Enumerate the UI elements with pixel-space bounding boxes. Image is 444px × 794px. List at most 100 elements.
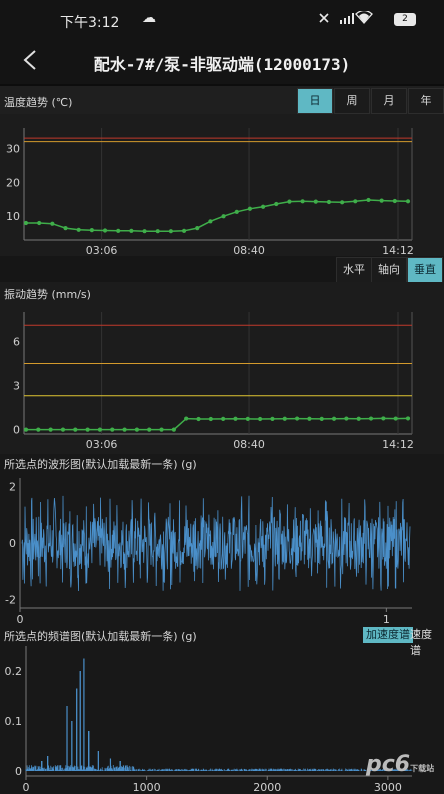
temp-data-point	[155, 229, 160, 234]
axis-horizontal[interactable]: 水平	[336, 257, 372, 283]
vib-data-point	[270, 416, 275, 421]
signal-wifi-icons	[318, 9, 388, 28]
wave-y-tick-label: -2	[5, 594, 16, 607]
status-bar: 下午3:12 ☁ 2	[0, 0, 444, 40]
vib-data-point	[258, 416, 263, 422]
wave-series-line	[21, 495, 411, 592]
spec-y-tick-label: 0	[15, 765, 22, 778]
vib-data-point	[97, 427, 103, 432]
temp-data-point	[102, 228, 108, 233]
temp-data-point	[168, 229, 173, 234]
temp-data-point	[50, 221, 55, 226]
vib-x-tick-label: 14:12	[382, 438, 414, 451]
temp-data-point	[287, 199, 292, 204]
temp-series-line	[26, 199, 409, 232]
vib-data-point	[60, 427, 66, 432]
spec-x-tick-label: 1000	[133, 781, 161, 794]
temperature-chart-area: 10 20 30 03:06 08:40 14:12	[0, 114, 444, 256]
vib-data-point	[307, 416, 312, 421]
temp-data-point	[247, 206, 253, 211]
vib-data-point	[208, 416, 213, 422]
vibration-chart: 0 3 6 03:06 08:40 14:12	[13, 312, 414, 451]
temp-data-point	[63, 226, 68, 231]
vib-data-point	[110, 427, 115, 432]
vib-y-tick-label: 6	[13, 335, 20, 348]
spec-y-tick-label: 0.2	[5, 665, 23, 678]
vib-data-point	[73, 427, 78, 432]
vib-data-point	[147, 427, 152, 432]
temp-data-point	[208, 219, 213, 224]
vib-data-point	[294, 416, 300, 421]
vib-data-point	[331, 416, 337, 421]
tab-week[interactable]: 周	[334, 88, 370, 114]
temp-data-point	[234, 209, 239, 214]
spec-x-tick-label: 2000	[253, 781, 281, 794]
temp-data-point	[300, 199, 305, 204]
vib-data-point	[48, 427, 53, 432]
temp-data-point	[261, 204, 266, 209]
vib-data-point	[393, 416, 398, 421]
temperature-title: 温度趋势 (℃)	[4, 96, 73, 109]
wave-y-tick-label: 2	[9, 480, 16, 493]
temp-data-point	[76, 227, 81, 232]
temp-data-point	[195, 226, 200, 231]
wave-y-tick-label: 0	[9, 537, 16, 550]
tab-month[interactable]: 月	[371, 88, 407, 114]
vib-data-point	[23, 427, 29, 432]
temp-data-point	[326, 199, 332, 205]
vib-data-point	[134, 427, 140, 432]
temp-data-point	[221, 214, 226, 219]
spec-x-tick-label: 3000	[374, 781, 402, 794]
waveform-chart-area: 所选点的波形图(默认加载最新一条) (g) -2 0 2 0 1	[0, 454, 444, 624]
vib-data-point	[381, 416, 386, 421]
wave-x-tick-label: 0	[17, 613, 24, 624]
vib-data-point	[405, 416, 411, 421]
vib-data-point	[344, 416, 349, 421]
vib-data-point	[184, 416, 189, 421]
spec-x-tick-label: 0	[23, 781, 30, 794]
tab-year[interactable]: 年	[408, 88, 444, 114]
temp-data-point	[129, 228, 134, 233]
temp-data-point	[181, 228, 187, 233]
temp-data-point	[274, 201, 279, 207]
temp-data-point	[392, 198, 397, 204]
vib-data-point	[233, 416, 238, 421]
temperature-chart: 10 20 30 03:06 08:40 14:12	[6, 128, 414, 256]
vib-data-point	[368, 416, 374, 421]
temp-data-point	[353, 199, 358, 204]
temp-data-point	[340, 200, 345, 205]
vib-series-line	[26, 417, 409, 431]
temp-data-point	[366, 197, 371, 203]
vib-data-point	[171, 427, 176, 432]
temp-data-point	[23, 220, 29, 226]
temp-x-tick-label: 08:40	[233, 244, 265, 256]
vib-y-tick-label: 0	[13, 424, 20, 437]
app-header: 配水-7#/泵-非驱动端(12000173)	[0, 40, 444, 84]
watermark-logo: pc6下载站	[366, 752, 435, 777]
vibration-axis-bar: 水平 轴向 垂直	[0, 256, 444, 283]
vib-data-point	[159, 427, 164, 432]
temp-y-tick-label: 10	[6, 210, 20, 223]
vib-data-point	[319, 416, 324, 421]
vib-x-tick-label: 03:06	[86, 438, 118, 451]
spec-y-tick-label: 0.1	[5, 715, 23, 728]
axis-axial[interactable]: 轴向	[371, 257, 407, 283]
tab-day[interactable]: 日	[297, 88, 333, 114]
vib-data-point	[122, 427, 127, 432]
temp-data-point	[116, 228, 121, 233]
axis-vertical[interactable]: 垂直	[407, 257, 443, 283]
back-button[interactable]	[22, 48, 38, 78]
chevron-left-icon	[23, 50, 36, 70]
vib-data-point	[245, 416, 250, 421]
temp-data-point	[405, 199, 411, 204]
battery-icon: 2	[394, 13, 416, 26]
waveform-chart: -2020 1	[5, 478, 412, 624]
temp-data-point	[37, 220, 42, 226]
temp-data-point	[313, 199, 318, 204]
temp-data-point	[89, 228, 94, 233]
vibration-chart-area: 振动趋势 (mm/s) 0 3 6 03:06 08:40 14:12	[0, 282, 444, 454]
vib-data-point	[356, 416, 361, 421]
vib-data-point	[282, 416, 287, 421]
temp-y-tick-label: 20	[6, 176, 20, 189]
cloud-icon: ☁	[142, 10, 156, 26]
